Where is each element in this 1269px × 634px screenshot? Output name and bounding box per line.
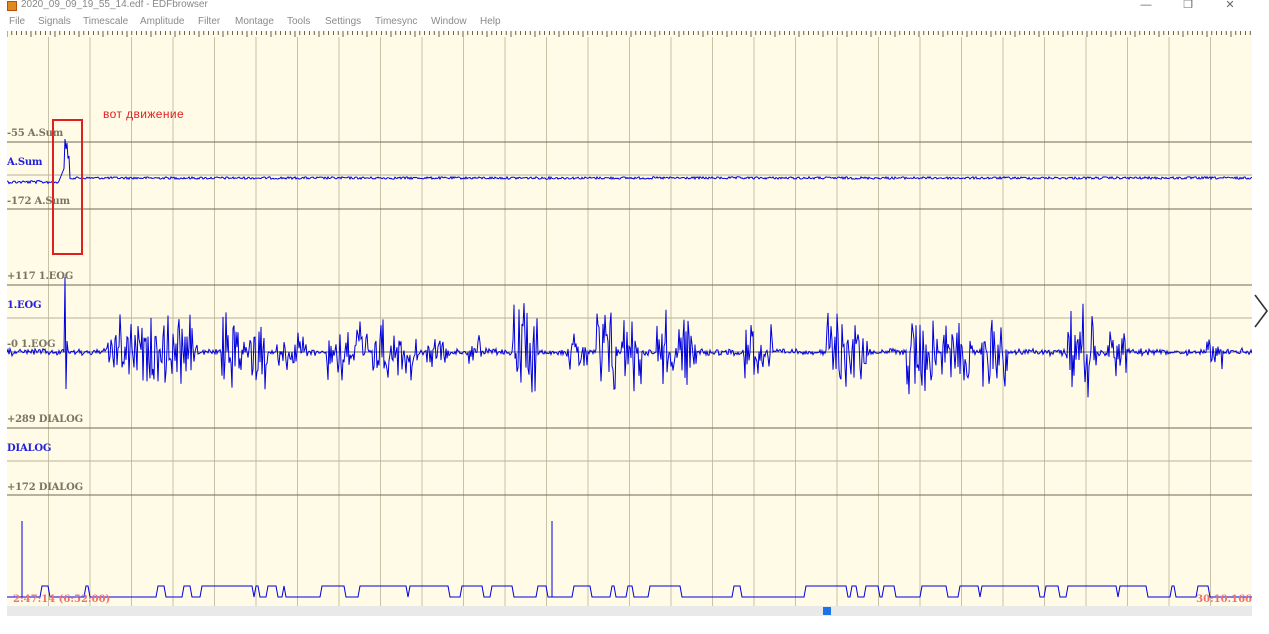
signal-plot[interactable]: [7, 31, 1252, 606]
time-ruler-ticks: [7, 31, 1251, 37]
window-title: 2020_09_09_19_55_14.edf - EDFbrowser: [21, 0, 208, 10]
menu-window[interactable]: Window: [431, 16, 467, 27]
menu-tools[interactable]: Tools: [287, 16, 310, 27]
dialog-range-top: +289 DIALOG: [7, 414, 83, 425]
dialog-signal-label[interactable]: DIALOG: [7, 443, 51, 454]
menu-signals[interactable]: Signals: [38, 16, 71, 27]
eog-signal-label[interactable]: 1.EOG: [7, 300, 42, 311]
menu-help[interactable]: Help: [480, 16, 501, 27]
asum-signal-label[interactable]: A.Sum: [7, 157, 43, 168]
menu-amplitude[interactable]: Amplitude: [140, 16, 184, 27]
minimize-button[interactable]: —: [1133, 0, 1159, 12]
signal-viewer[interactable]: -55 A.Sum A.Sum -172 A.Sum +117 1.EOG 1.…: [7, 31, 1252, 606]
time-end-label: 30:10.166: [1196, 594, 1252, 605]
eog-range-bottom: -0 1.EOG: [7, 339, 56, 350]
dialog-range-bottom: +172 DIALOG: [7, 482, 83, 493]
menu-timesync[interactable]: Timesync: [375, 16, 417, 27]
menu-file[interactable]: File: [9, 16, 25, 27]
edfbrowser-app-icon: [7, 1, 17, 11]
eog-range-top: +117 1.EOG: [7, 271, 74, 282]
menu-bar: File Signals Timescale Amplitude Filter …: [0, 16, 1269, 30]
horizontal-scrollbar[interactable]: [7, 606, 1252, 616]
menu-montage[interactable]: Montage: [235, 16, 274, 27]
time-start-label: 2:47:14 (6:52:00): [13, 594, 111, 605]
menu-settings[interactable]: Settings: [325, 16, 361, 27]
movement-annotation-text: вот движение: [103, 107, 185, 121]
asum-range-top: -55 A.Sum: [7, 128, 64, 139]
restore-button[interactable]: ❐: [1175, 0, 1201, 12]
close-button[interactable]: ✕: [1217, 0, 1243, 12]
menu-filter[interactable]: Filter: [198, 16, 220, 27]
movement-highlight-box: [52, 119, 83, 255]
scroll-thumb[interactable]: [823, 607, 831, 615]
chevron-right-icon[interactable]: [1251, 291, 1269, 331]
menu-timescale[interactable]: Timescale: [83, 16, 128, 27]
title-bar: 2020_09_09_19_55_14.edf - EDFbrowser — ❐…: [0, 0, 1269, 14]
asum-range-bottom: -172 A.Sum: [7, 196, 70, 207]
